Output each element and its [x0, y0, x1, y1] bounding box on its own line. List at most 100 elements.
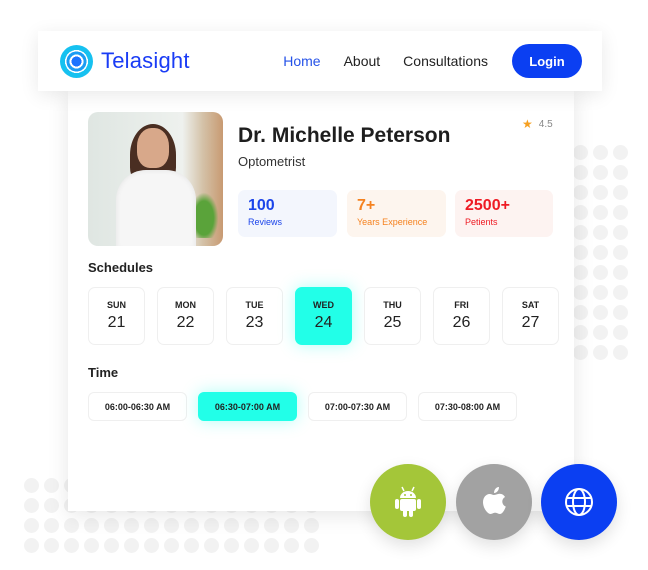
day-name: MON: [175, 300, 196, 310]
decorative-dot: [613, 285, 628, 300]
decorative-dot: [573, 305, 588, 320]
time-slot[interactable]: 06:00-06:30 AM: [88, 392, 187, 421]
decorative-dot: [573, 265, 588, 280]
nav-link-about[interactable]: About: [344, 53, 381, 69]
day-name: FRI: [454, 300, 469, 310]
nav-link-home[interactable]: Home: [283, 53, 320, 69]
globe-icon: [565, 488, 593, 516]
navbar: Telasight Home About Consultations Login: [38, 31, 602, 91]
doctor-name: Dr. Michelle Peterson: [238, 124, 451, 147]
decorative-dot: [593, 225, 608, 240]
decorative-dot: [124, 518, 139, 533]
time-slot-selected[interactable]: 06:30-07:00 AM: [198, 392, 297, 421]
day-date: 22: [176, 314, 195, 331]
day-mon[interactable]: MON 22: [157, 287, 214, 345]
decorative-dot: [84, 518, 99, 533]
decorative-dots-right: [573, 145, 628, 360]
decorative-dot: [284, 538, 299, 553]
rating: ★ 4.5: [522, 117, 553, 131]
logo[interactable]: Telasight: [60, 44, 190, 78]
decorative-dot: [613, 185, 628, 200]
decorative-dot: [593, 185, 608, 200]
brand-name: Telasight: [101, 48, 190, 73]
decorative-dot: [593, 305, 608, 320]
day-picker: SUN 21 MON 22 TUE 23 WED 24 THU 25 FRI 26 SAT 2…: [88, 287, 559, 345]
stat-reviews: 100 Reviews: [238, 190, 337, 237]
stat-patients: 2500+ Petients: [455, 190, 553, 237]
time-slot-picker: 06:00-06:30 AM 06:30-07:00 AM 07:00-07:3…: [88, 392, 517, 421]
day-thu[interactable]: THU 25: [364, 287, 421, 345]
day-tue[interactable]: TUE 23: [226, 287, 283, 345]
decorative-dot: [593, 285, 608, 300]
decorative-dot: [613, 205, 628, 220]
decorative-dot: [44, 498, 59, 513]
decorative-dot: [204, 538, 219, 553]
day-name: SUN: [106, 300, 126, 310]
decorative-dot: [244, 538, 259, 553]
day-fri[interactable]: FRI 26: [433, 287, 490, 345]
stat-value: 100: [248, 197, 275, 214]
day-date: 21: [107, 314, 126, 331]
decorative-dot: [573, 285, 588, 300]
day-sun[interactable]: SUN 21: [88, 287, 145, 345]
decorative-dot: [204, 518, 219, 533]
nav-link-consultations[interactable]: Consultations: [403, 53, 488, 69]
decorative-dot: [613, 265, 628, 280]
decorative-dot: [613, 145, 628, 160]
android-icon: [395, 486, 421, 517]
decorative-dot: [144, 518, 159, 533]
decorative-dot: [593, 265, 608, 280]
decorative-dot: [613, 345, 628, 360]
decorative-dot: [164, 518, 179, 533]
web-app-button[interactable]: [541, 464, 617, 540]
ios-app-button[interactable]: [456, 464, 532, 540]
time-heading: Time: [88, 365, 119, 380]
decorative-dot: [573, 325, 588, 340]
decorative-dot: [573, 185, 588, 200]
android-app-button[interactable]: [370, 464, 446, 540]
decorative-dot: [164, 538, 179, 553]
decorative-dot: [64, 538, 79, 553]
decorative-dot: [184, 538, 199, 553]
nav-links: Home About Consultations Login: [260, 44, 582, 78]
day-name: WED: [313, 300, 334, 310]
decorative-dot: [24, 498, 39, 513]
decorative-dot: [224, 538, 239, 553]
decorative-dot: [593, 145, 608, 160]
decorative-dot: [84, 538, 99, 553]
login-button[interactable]: Login: [512, 44, 582, 78]
decorative-dot: [284, 518, 299, 533]
decorative-dot: [573, 225, 588, 240]
decorative-dot: [573, 345, 588, 360]
time-slot[interactable]: 07:30-08:00 AM: [418, 392, 517, 421]
decorative-dot: [304, 538, 319, 553]
decorative-dot: [104, 538, 119, 553]
day-sat[interactable]: SAT 27: [502, 287, 559, 345]
decorative-dot: [264, 538, 279, 553]
decorative-dot: [304, 518, 319, 533]
day-name: THU: [383, 300, 402, 310]
stat-value: 2500+: [465, 197, 510, 214]
day-date: 27: [521, 314, 540, 331]
day-date: 24: [314, 314, 333, 331]
day-date: 25: [383, 314, 402, 331]
stat-label: Years Experience: [357, 217, 428, 227]
decorative-dot: [593, 205, 608, 220]
lens-logo-icon: [60, 44, 93, 78]
decorative-dot: [24, 478, 39, 493]
decorative-dot: [613, 305, 628, 320]
rating-value: 4.5: [538, 118, 553, 130]
photo-coat: [116, 170, 196, 246]
star-icon: ★: [522, 117, 533, 131]
day-wed[interactable]: WED 24: [295, 287, 352, 345]
doctor-specialty: Optometrist: [238, 154, 306, 169]
stat-label: Reviews: [248, 217, 283, 227]
time-slot[interactable]: 07:00-07:30 AM: [308, 392, 407, 421]
decorative-dot: [573, 165, 588, 180]
day-name: SAT: [521, 300, 540, 310]
decorative-dot: [593, 345, 608, 360]
decorative-dot: [613, 325, 628, 340]
decorative-dot: [593, 325, 608, 340]
decorative-dot: [64, 518, 79, 533]
decorative-dot: [593, 165, 608, 180]
